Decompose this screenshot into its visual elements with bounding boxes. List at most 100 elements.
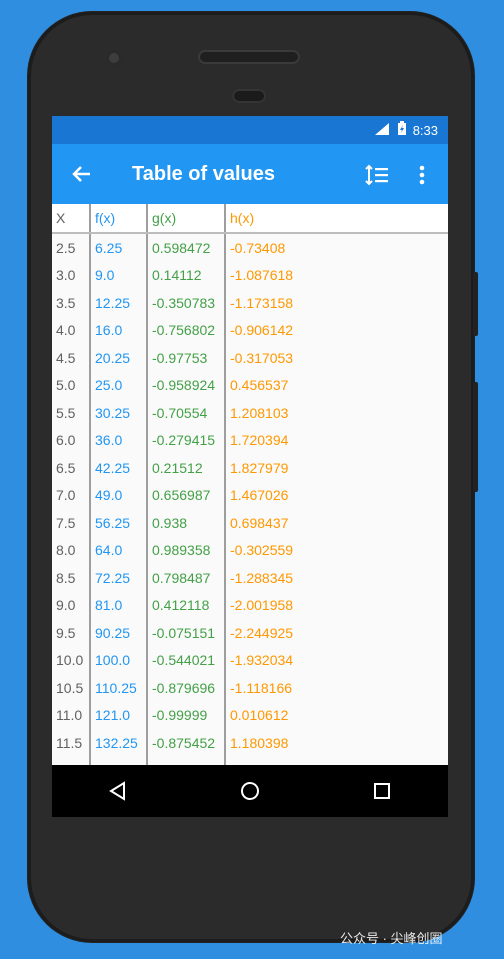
cell-g: 0.14112 — [147, 261, 226, 289]
table-header-row: X f(x) g(x) h(x) — [52, 204, 448, 234]
cell-f: 49.0 — [90, 481, 148, 509]
cell-g: -0.279415 — [147, 426, 226, 454]
cell-h: -1.173158 — [230, 294, 294, 311]
cell-f: 6.25 — [90, 233, 148, 262]
cell-x: 4.5 — [52, 344, 91, 372]
cell-f: 110.25 — [90, 674, 148, 702]
cell-g: -0.544021 — [147, 646, 226, 674]
cell-g: -0.075151 — [147, 619, 226, 647]
cell-h: -1.288345 — [230, 569, 294, 586]
cell-x: 9.5 — [52, 619, 91, 647]
table-row: 10.0 100.0 -0.544021 -1.932034 — [52, 646, 448, 674]
cell-f: 30.25 — [90, 399, 148, 427]
app-bar: Table of values — [52, 144, 448, 204]
table-row: 6.0 36.0 -0.279415 1.720394 — [52, 426, 448, 454]
cell-g: -0.97753 — [147, 344, 226, 372]
battery-icon — [397, 121, 407, 139]
cell-h: -0.317053 — [230, 349, 294, 366]
cell-g: -0.756802 — [147, 316, 226, 344]
table-row: 6.5 42.25 0.21512 1.827979 — [52, 454, 448, 482]
cell-g: -0.958924 — [147, 371, 226, 399]
cell-g: -0.99999 — [147, 701, 226, 729]
table-row: 7.0 49.0 0.656987 1.467026 — [52, 481, 448, 509]
proximity-sensor — [232, 89, 266, 103]
watermark-text: 公众号 · 尖峰创圈 — [340, 931, 443, 946]
header-h[interactable]: h(x) — [225, 204, 448, 234]
cell-h: 1.208103 — [230, 404, 289, 421]
cell-f: 81.0 — [90, 591, 148, 619]
cell-g: -0.879696 — [147, 674, 226, 702]
nav-home-icon[interactable] — [237, 778, 263, 804]
cell-h: -0.73408 — [230, 239, 286, 256]
table-row: 9.0 81.0 0.412118 -2.001958 — [52, 591, 448, 619]
arrow-back-icon[interactable] — [68, 160, 96, 188]
cell-x: 9.0 — [52, 591, 91, 619]
earpiece-speaker — [198, 50, 300, 64]
cell-x: 5.0 — [52, 371, 91, 399]
cell-f: 16.0 — [90, 316, 148, 344]
cell-x: 11.5 — [52, 729, 91, 757]
cell-f: 20.25 — [90, 344, 148, 372]
cell-h: 1.467026 — [230, 487, 289, 504]
table-row: 4.0 16.0 -0.756802 -0.906142 — [52, 316, 448, 344]
page-title: Table of values — [132, 163, 276, 185]
table-row: 5.5 30.25 -0.70554 1.208103 — [52, 399, 448, 427]
cell-g: 0.798487 — [147, 564, 226, 592]
table-row: 5.0 25.0 -0.958924 0.456537 — [52, 371, 448, 399]
table-row: 8.0 64.0 0.989358 -0.302559 — [52, 536, 448, 564]
table-row: 3.5 12.25 -0.350783 -1.173158 — [52, 289, 448, 317]
cell-g: -0.350783 — [147, 289, 226, 317]
cell-h: -1.087618 — [230, 267, 294, 284]
cell-x: 7.0 — [52, 481, 91, 509]
cell-h: -1.932034 — [230, 652, 294, 669]
cell-f: 36.0 — [90, 426, 148, 454]
cell-h: 1.180398 — [230, 734, 289, 751]
table-row: 8.5 72.25 0.798487 -1.288345 — [52, 564, 448, 592]
cell-h: 0.456537 — [230, 377, 289, 394]
nav-recents-icon[interactable] — [369, 778, 395, 804]
table-body: 2.5 6.25 0.598472 -0.73408 3.0 9.0 0.14112 -1.0… — [52, 233, 448, 784]
table-row: 7.5 56.25 0.938 0.698437 — [52, 509, 448, 537]
table-row: 2.5 6.25 0.598472 -0.73408 — [52, 233, 448, 262]
cell-f: 25.0 — [90, 371, 148, 399]
signal-icon — [373, 122, 391, 139]
cell-x: 3.5 — [52, 289, 91, 317]
status-time: 8:33 — [412, 122, 438, 138]
cell-h: -0.302559 — [230, 542, 294, 559]
cell-f: 90.25 — [90, 619, 148, 647]
volume-button — [473, 382, 478, 492]
cell-h: -0.906142 — [230, 322, 294, 339]
cell-g: 0.989358 — [147, 536, 226, 564]
cell-x: 6.0 — [52, 426, 91, 454]
table-row: 3.0 9.0 0.14112 -1.087618 — [52, 261, 448, 289]
cell-f: 12.25 — [90, 289, 148, 317]
cell-g: -0.875452 — [147, 729, 226, 757]
header-f[interactable]: f(x) — [90, 204, 148, 234]
cell-g: 0.656987 — [147, 481, 226, 509]
power-button — [473, 272, 478, 336]
table-row: 11.5 132.25 -0.875452 1.180398 — [52, 729, 448, 757]
cell-g: 0.598472 — [147, 233, 226, 262]
more-vert-icon[interactable] — [414, 162, 430, 188]
cell-f: 56.25 — [90, 509, 148, 537]
cell-h: 1.827979 — [230, 459, 289, 476]
nav-back-icon[interactable] — [105, 778, 131, 804]
cell-x: 8.0 — [52, 536, 91, 564]
cell-g: -0.70554 — [147, 399, 226, 427]
cell-x: 10.0 — [52, 646, 91, 674]
cell-g: 0.412118 — [147, 591, 226, 619]
table-row: 9.5 90.25 -0.075151 -2.244925 — [52, 619, 448, 647]
cell-g: 0.938 — [147, 509, 226, 537]
cell-g: 0.21512 — [147, 454, 226, 482]
cell-f: 42.25 — [90, 454, 148, 482]
cell-f: 132.25 — [90, 729, 148, 757]
cell-x: 8.5 — [52, 564, 91, 592]
header-g[interactable]: g(x) — [147, 204, 226, 234]
cell-f: 9.0 — [90, 261, 148, 289]
cell-f: 72.25 — [90, 564, 148, 592]
sort-icon[interactable] — [364, 162, 390, 188]
header-x[interactable]: X — [52, 204, 91, 234]
cell-x: 6.5 — [52, 454, 91, 482]
table-row: 4.5 20.25 -0.97753 -0.317053 — [52, 344, 448, 372]
cell-f: 100.0 — [90, 646, 148, 674]
